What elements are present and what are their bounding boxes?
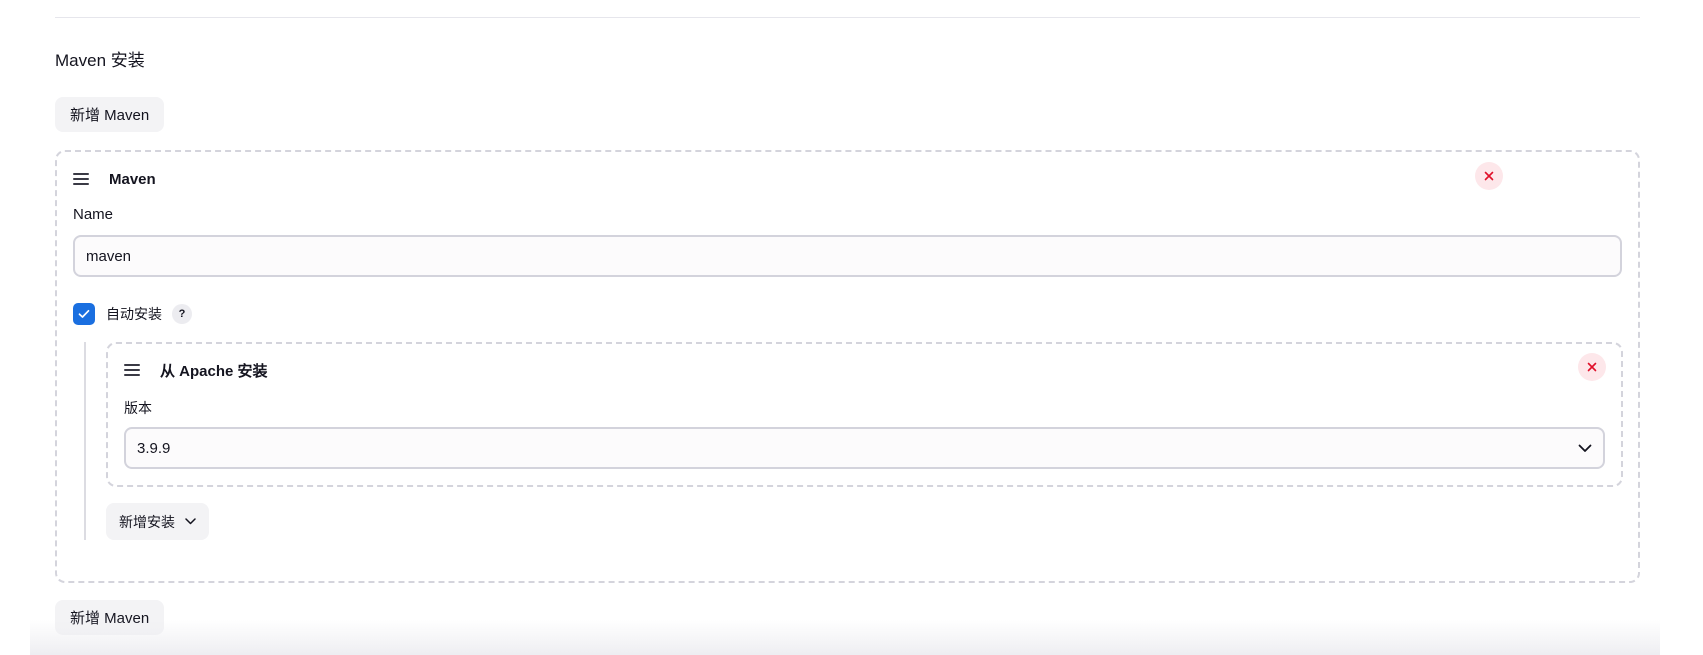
check-icon xyxy=(78,309,90,318)
close-icon xyxy=(1484,171,1494,181)
add-maven-button-bottom[interactable]: 新增 Maven xyxy=(55,600,165,635)
auto-install-checkbox[interactable] xyxy=(73,303,95,325)
delete-maven-button[interactable] xyxy=(1475,162,1503,190)
apache-installer-chunk: 从 Apache 安装 版本 3.9.9 xyxy=(106,342,1623,487)
drag-handle-icon[interactable] xyxy=(73,173,89,185)
chevron-down-icon xyxy=(1578,444,1592,452)
drag-handle-icon[interactable] xyxy=(124,364,140,376)
nested-rail xyxy=(84,342,86,540)
maven-installations-page: Maven 安装 新增 Maven Maven Name 自动安装 ? xyxy=(0,0,1703,655)
name-label: Name xyxy=(73,206,114,223)
add-installer-button[interactable]: 新增安装 xyxy=(106,503,209,540)
name-input[interactable] xyxy=(73,235,1622,277)
version-label: 版本 xyxy=(124,400,152,416)
bottom-bar-shadow xyxy=(30,620,1660,655)
maven-chunk-title: Maven xyxy=(109,170,156,188)
maven-installation-chunk: Maven Name 自动安装 ? 从 Apache 安 xyxy=(55,150,1640,583)
auto-install-label: 自动安装 xyxy=(106,306,162,322)
version-select[interactable]: 3.9.9 xyxy=(124,427,1605,469)
installer-chunk-title: 从 Apache 安装 xyxy=(160,362,268,380)
add-maven-button-top[interactable]: 新增 Maven xyxy=(55,97,165,132)
add-installer-label: 新增安装 xyxy=(119,513,175,530)
chevron-down-icon xyxy=(185,518,196,525)
section-title: Maven 安装 xyxy=(55,51,145,70)
maven-chunk-header: Maven xyxy=(73,167,156,191)
close-icon xyxy=(1587,362,1597,372)
installer-chunk-header: 从 Apache 安装 xyxy=(124,358,268,382)
help-icon[interactable]: ? xyxy=(172,304,192,324)
delete-installer-button[interactable] xyxy=(1578,353,1606,381)
section-divider xyxy=(55,17,1640,18)
version-select-value: 3.9.9 xyxy=(137,439,171,457)
auto-install-row: 自动安装 ? xyxy=(73,302,192,326)
